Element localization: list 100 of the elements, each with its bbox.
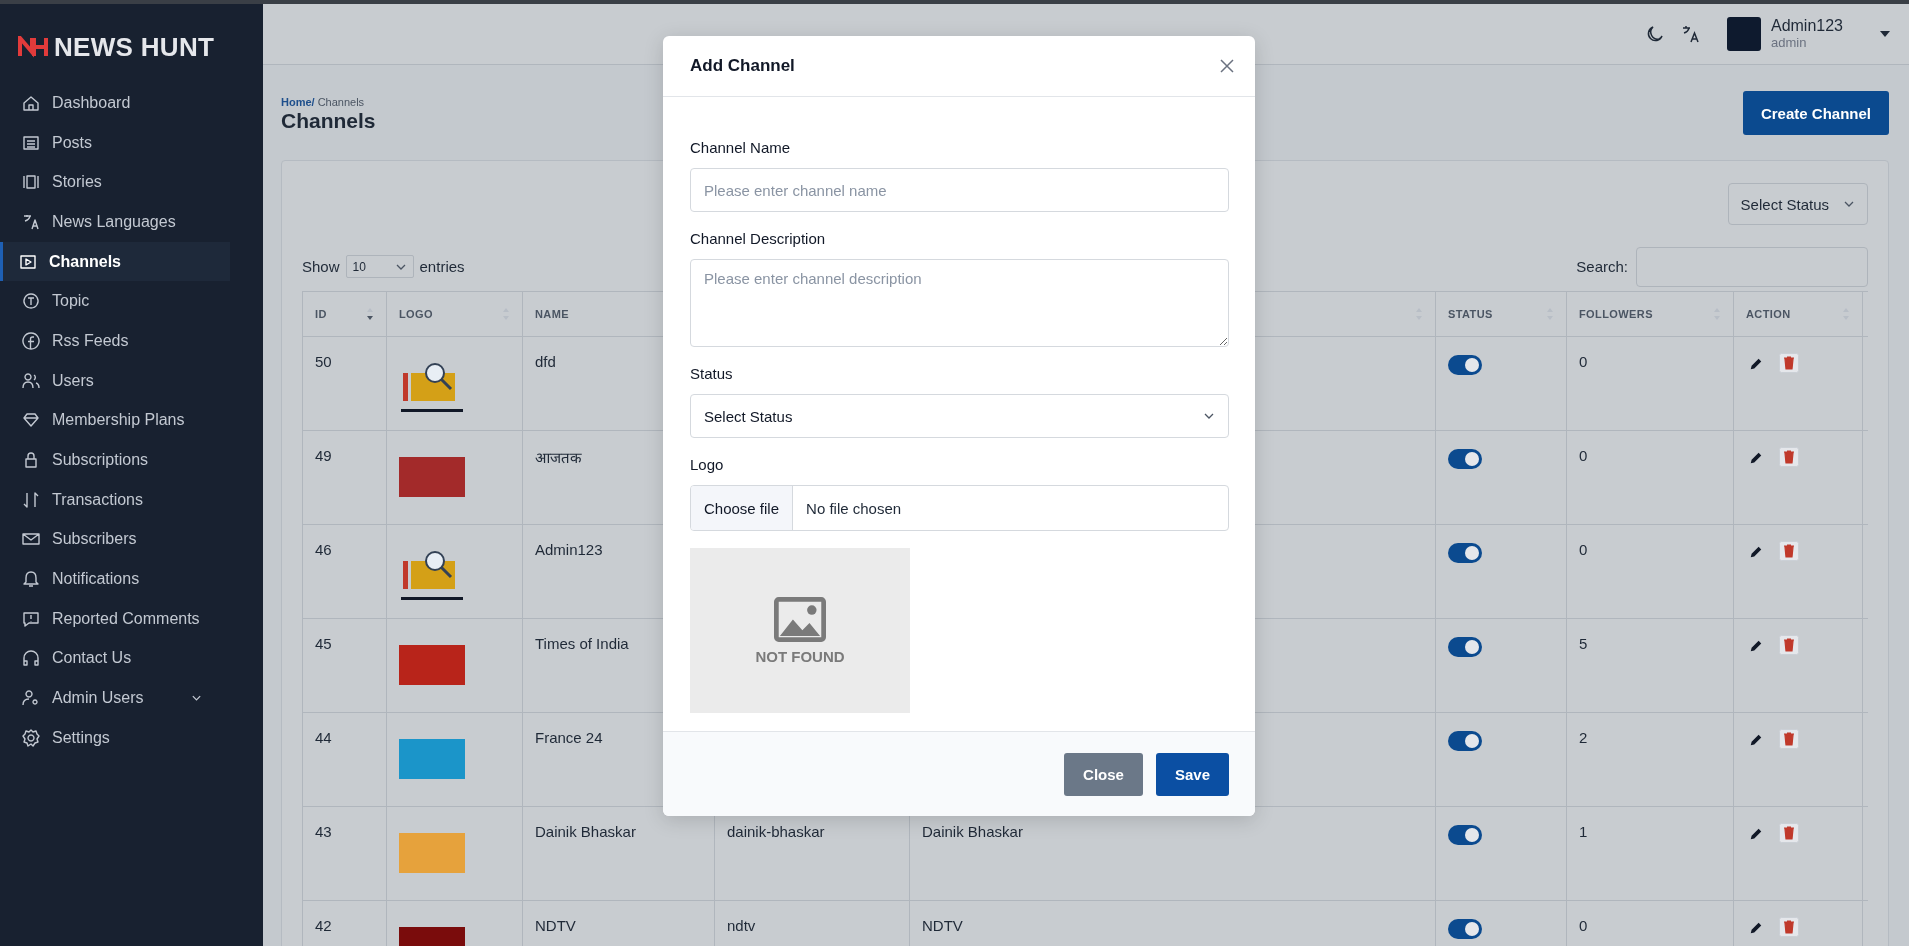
status-toggle[interactable] — [1448, 919, 1482, 939]
table-cell: 49 — [315, 447, 332, 464]
logo-icon — [18, 36, 48, 58]
close-button[interactable]: Close — [1064, 752, 1143, 796]
file-status: No file chosen — [805, 499, 902, 517]
table-cell: 0 — [1579, 541, 1588, 558]
column-header[interactable]: LOGO — [399, 308, 433, 320]
sidebar-item[interactable]: Topic — [0, 281, 230, 322]
column-header[interactable]: STATUS — [1448, 308, 1493, 320]
table-cell: आजतक — [535, 449, 582, 466]
avatar-image[interactable] — [1726, 17, 1761, 51]
save-button[interactable]: Save — [1155, 752, 1229, 796]
table-cell: 0 — [1579, 917, 1588, 934]
sidebar-item[interactable]: Notifications — [0, 559, 230, 599]
status-filter-dropdown[interactable]: Select Status — [1727, 183, 1868, 225]
sidebar-item[interactable]: Settings — [0, 718, 230, 758]
entries-select[interactable]: 10 — [345, 255, 414, 278]
column-header[interactable]: NAME — [535, 308, 569, 320]
table-cell: 5 — [1579, 635, 1588, 652]
chevron-down-icon — [1203, 412, 1215, 420]
table-cell: 46 — [315, 541, 332, 558]
trash-icon[interactable] — [1779, 353, 1799, 373]
pencil-icon[interactable] — [1749, 827, 1763, 841]
bell-icon — [21, 569, 41, 590]
channel-description-field[interactable]: Please enter channel description — [690, 259, 1229, 347]
table-cell: Times of India — [535, 635, 629, 652]
table-cell: 0 — [1579, 447, 1588, 464]
field-label: Channel Name — [690, 139, 792, 156]
pencil-icon[interactable] — [1749, 733, 1763, 747]
breadcrumb-link[interactable]: Home/ — [281, 96, 315, 108]
search-label: Search: — [1576, 258, 1628, 275]
table-cell: ndtv — [727, 917, 756, 934]
table-cell: 43 — [315, 823, 332, 840]
sidebar-item[interactable]: Subscribers — [0, 519, 230, 560]
sidebar-item[interactable]: Transactions — [0, 479, 230, 520]
sidebar-item[interactable]: Reported Comments — [0, 598, 230, 639]
image-icon — [774, 596, 826, 642]
table-cell: Dainik Bhaskar — [535, 823, 636, 840]
trash-icon[interactable] — [1779, 635, 1799, 655]
sidebar-item[interactable]: Stories — [0, 162, 230, 203]
table-cell: 1 — [1579, 823, 1588, 840]
sidebar-item[interactable]: Membership Plans — [0, 400, 230, 441]
sidebar-item[interactable]: Posts — [0, 122, 230, 163]
status-select[interactable]: Select Status — [690, 394, 1229, 438]
file-field[interactable]: Choose file No file chosen — [690, 485, 1229, 531]
users-icon — [21, 370, 41, 391]
table-cell: Dainik Bhaskar — [922, 823, 1023, 840]
circle-t-icon — [21, 291, 41, 312]
choose-file-button[interactable]: Choose file — [691, 486, 794, 530]
brand-name: NEWS HUNT — [54, 31, 215, 63]
trash-icon[interactable] — [1779, 917, 1799, 937]
trash-icon[interactable] — [1779, 541, 1799, 561]
sidebar-item[interactable]: Dashboard — [0, 83, 230, 123]
sidebar-item[interactable]: Users — [0, 360, 230, 401]
search-field[interactable] — [1636, 246, 1868, 287]
chevron-down-icon[interactable] — [191, 694, 202, 703]
table-cell: 2 — [1579, 729, 1588, 746]
close-icon[interactable] — [1219, 58, 1235, 74]
facebook-icon — [21, 330, 41, 351]
table-cell: 0 — [1579, 353, 1588, 370]
sidebar-item[interactable]: Channels — [0, 241, 230, 282]
caret-icon[interactable] — [1879, 30, 1891, 38]
entries-label: entries — [419, 258, 465, 275]
trash-icon[interactable] — [1779, 823, 1799, 843]
modal-title: Add Channel — [690, 56, 795, 76]
status-toggle[interactable] — [1448, 543, 1482, 563]
status-toggle[interactable] — [1448, 449, 1482, 469]
table-cell: 45 — [315, 635, 332, 652]
pencil-icon[interactable] — [1749, 545, 1763, 559]
status-toggle[interactable] — [1448, 355, 1482, 375]
headphones-icon — [21, 648, 41, 669]
arrows-icon — [21, 489, 41, 510]
user-role: admin — [1770, 35, 1808, 51]
create-channel-button[interactable]: Create Channel — [1742, 91, 1889, 135]
pencil-icon[interactable] — [1749, 921, 1763, 935]
sidebar-item[interactable]: Subscriptions — [0, 440, 230, 480]
pencil-icon[interactable] — [1749, 451, 1763, 465]
sidebar-item[interactable]: Admin Users — [0, 678, 230, 718]
status-toggle[interactable] — [1448, 825, 1482, 845]
user-name: Admin123 — [1770, 17, 1843, 36]
pencil-icon[interactable] — [1749, 357, 1763, 371]
sort-icon[interactable] — [366, 307, 374, 321]
field-label: Status — [690, 365, 734, 382]
column-header[interactable]: FOLLOWERS — [1579, 308, 1653, 320]
column-header[interactable]: ACTION — [1746, 308, 1791, 320]
table-cell: 50 — [315, 353, 332, 370]
channel-name-field[interactable]: Please enter channel name — [690, 168, 1229, 212]
pencil-icon[interactable] — [1749, 639, 1763, 653]
trash-icon[interactable] — [1779, 729, 1799, 749]
sidebar-item[interactable]: News Languages — [0, 202, 230, 242]
translate-icon[interactable] — [1680, 24, 1701, 44]
trash-icon[interactable] — [1779, 447, 1799, 467]
status-toggle[interactable] — [1448, 637, 1482, 657]
sidebar-item[interactable]: Contact Us — [0, 638, 230, 679]
table-cell: Admin123 — [535, 541, 603, 558]
sidebar-item[interactable]: Rss Feeds — [0, 321, 230, 361]
table-cell: dfd — [535, 353, 556, 370]
column-header[interactable]: ID — [315, 308, 327, 320]
table-cell: NDTV — [922, 917, 963, 934]
status-toggle[interactable] — [1448, 731, 1482, 751]
